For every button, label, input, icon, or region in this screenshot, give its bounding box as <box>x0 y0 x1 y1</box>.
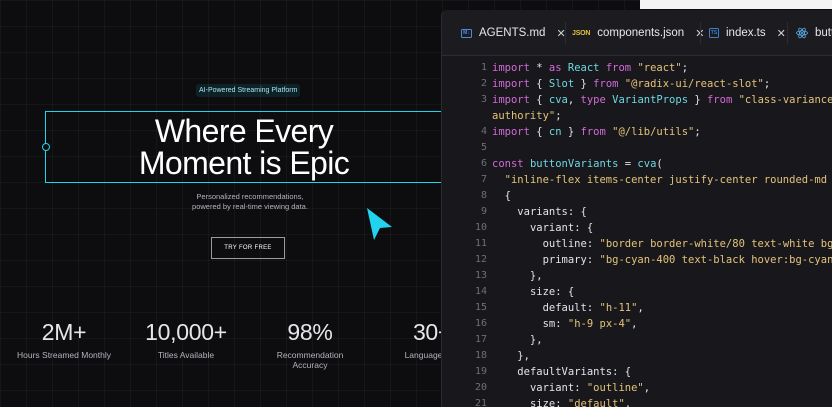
stat-value: 98% <box>287 319 333 345</box>
stat-label: Hours Streamed Monthly <box>16 350 111 360</box>
line-number: 9 <box>480 206 487 217</box>
line-number: 1 <box>480 62 487 73</box>
tab-components-json[interactable]: JSON components.json ✕ <box>572 22 704 44</box>
code-text: variant: "outline", <box>529 382 651 394</box>
line-number: 17 <box>474 334 487 345</box>
stat-label: Recommendation Accuracy <box>276 350 344 370</box>
code-text: }, <box>492 350 530 362</box>
code-text: import { cva, type VariantProps } from "… <box>492 94 832 106</box>
json-icon: JSON <box>572 29 591 37</box>
stat-titles-available: 10,000+ Titles Available <box>131 320 241 360</box>
line-number: 8 <box>480 190 487 201</box>
resize-handle[interactable] <box>42 143 50 151</box>
stat-value: 2M+ <box>41 319 87 345</box>
tab-index-ts[interactable]: TS index.ts ✕ <box>709 22 786 44</box>
editor-tab-bar: M↓ AGENTS.md ✕ JSON components.json ✕ TS… <box>442 10 832 56</box>
tab-label: AGENTS.md <box>479 27 546 39</box>
tab-divider <box>565 22 566 44</box>
code-text: variant: { <box>529 222 594 234</box>
tab-divider <box>700 22 701 44</box>
stat-value: 10,000+ <box>145 319 227 345</box>
background-window-strip <box>640 0 832 9</box>
stat-hours-streamed: 2M+ Hours Streamed Monthly <box>10 320 118 360</box>
stat-recommendation-accuracy: 98% Recommendation Accuracy <box>259 320 361 370</box>
typescript-icon: TS <box>709 28 719 38</box>
code-text: import * as React from "react"; <box>492 62 689 74</box>
code-text: default: "h-11", <box>542 302 644 314</box>
line-number: 16 <box>474 318 487 329</box>
line-number: 13 <box>474 270 487 281</box>
code-text: variants: { <box>517 206 587 218</box>
line-number: 19 <box>474 366 487 377</box>
hero-title: Where Every Moment is Epic <box>138 113 350 181</box>
cursor-arrow-icon <box>367 208 392 240</box>
hero-subtitle: Personalized recommendations, powered by… <box>192 192 308 211</box>
code-text: "inline-flex items-center justify-center… <box>504 174 832 186</box>
code-text: { <box>492 190 511 202</box>
code-text: size: "default", <box>529 398 632 407</box>
line-number: 14 <box>474 286 487 297</box>
line-number: 12 <box>474 254 487 265</box>
code-text: import { Slot } from "@radix-ui/react-sl… <box>492 78 771 90</box>
code-text: primary: "bg-cyan-400 text-black hover:b… <box>542 254 832 266</box>
stat-label: Titles Available <box>157 350 215 360</box>
tab-label: butt <box>815 27 832 39</box>
line-number: 4 <box>480 126 487 137</box>
code-text: }, <box>492 270 543 282</box>
tab-divider <box>787 22 788 44</box>
tab-label: index.ts <box>726 27 766 39</box>
code-text: const buttonVariants = cva( <box>492 158 663 170</box>
line-number: 21 <box>474 398 487 407</box>
code-text: outline: "border border-white/80 text-wh… <box>542 238 832 250</box>
line-number: 5 <box>480 142 487 153</box>
close-icon[interactable]: ✕ <box>777 27 786 40</box>
line-number: 6 <box>480 158 487 169</box>
code-text: authority"; <box>492 110 562 122</box>
hero-badge: AI-Powered Streaming Platform <box>196 84 301 97</box>
line-number: 10 <box>474 222 487 233</box>
code-text: size: { <box>529 286 575 298</box>
code-editor: M↓ AGENTS.md ✕ JSON components.json ✕ TS… <box>441 10 832 407</box>
code-text: }, <box>492 334 543 346</box>
code-text: defaultVariants: { <box>517 366 632 378</box>
tab-button[interactable]: butt <box>796 22 832 44</box>
line-number: 15 <box>474 302 487 313</box>
code-text: import { cn } from "@/lib/utils"; <box>492 126 701 138</box>
line-number: 3 <box>480 94 487 105</box>
try-for-free-button[interactable]: TRY FOR FREE <box>211 237 285 259</box>
tab-agents-md[interactable]: M↓ AGENTS.md ✕ <box>461 22 566 44</box>
line-number: 7 <box>480 174 487 185</box>
line-number: 18 <box>474 350 487 361</box>
react-icon <box>796 27 808 39</box>
markdown-icon: M↓ <box>461 28 472 38</box>
line-number: 2 <box>480 78 487 89</box>
tab-label: components.json <box>597 27 685 39</box>
code-text: sm: "h-9 px-4", <box>542 318 638 330</box>
line-number: 20 <box>474 382 487 393</box>
line-number: 11 <box>474 238 487 249</box>
